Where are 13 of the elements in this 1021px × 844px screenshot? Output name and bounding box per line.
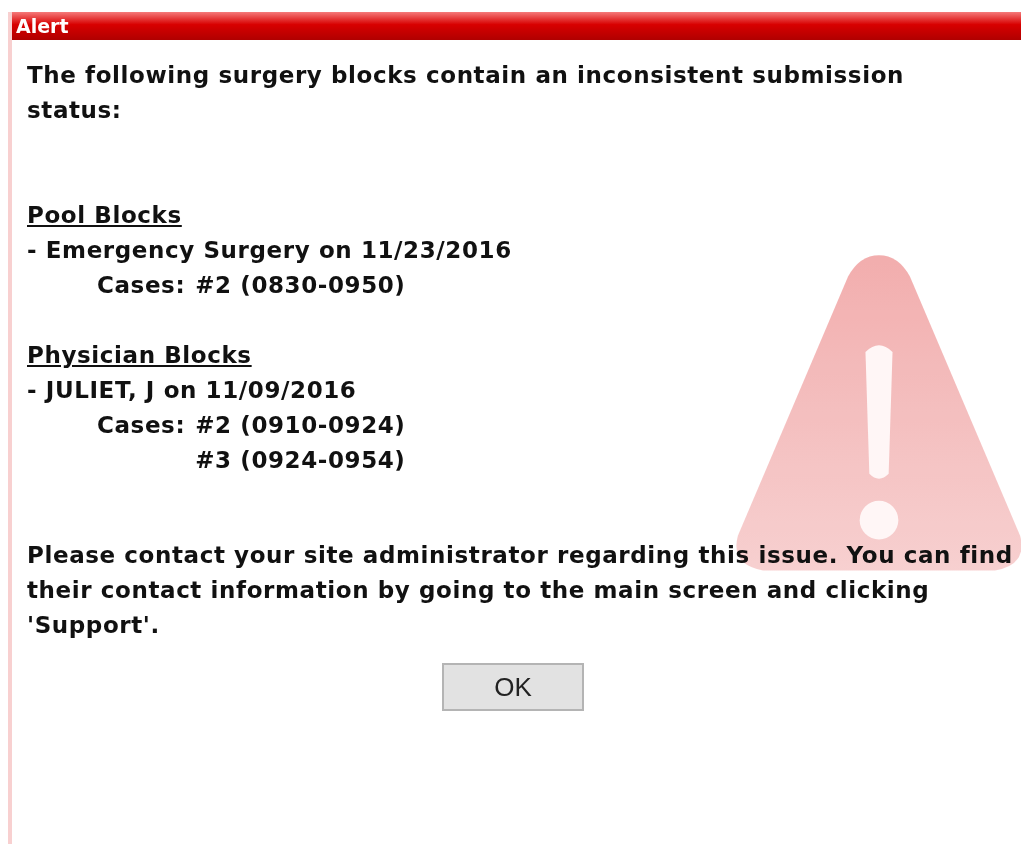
window-title: Alert	[16, 15, 69, 37]
block-entry: - JULIET, J on 11/09/2016	[27, 376, 358, 405]
cases-label: Cases:	[97, 411, 186, 440]
cases-label: Cases:	[97, 271, 186, 300]
support-message: Please contact your site administrator regarding this issue. You can find their contact information by going to the main screen and clicking 'Support'.	[27, 541, 1014, 640]
section-heading: Pool Blocks	[27, 201, 183, 230]
ok-button[interactable]: OK	[442, 663, 584, 711]
case-time: #3 (0924-0954)	[195, 446, 406, 475]
case-time: #2 (0910-0924)	[195, 411, 406, 440]
alert-message: The following surgery blocks contain an inconsistent submission status:	[27, 61, 906, 125]
block-entry: - Emergency Surgery on 11/23/2016	[27, 236, 513, 265]
case-time: #2 (0830-0950)	[195, 271, 406, 300]
section-heading: Physician Blocks	[27, 341, 253, 370]
